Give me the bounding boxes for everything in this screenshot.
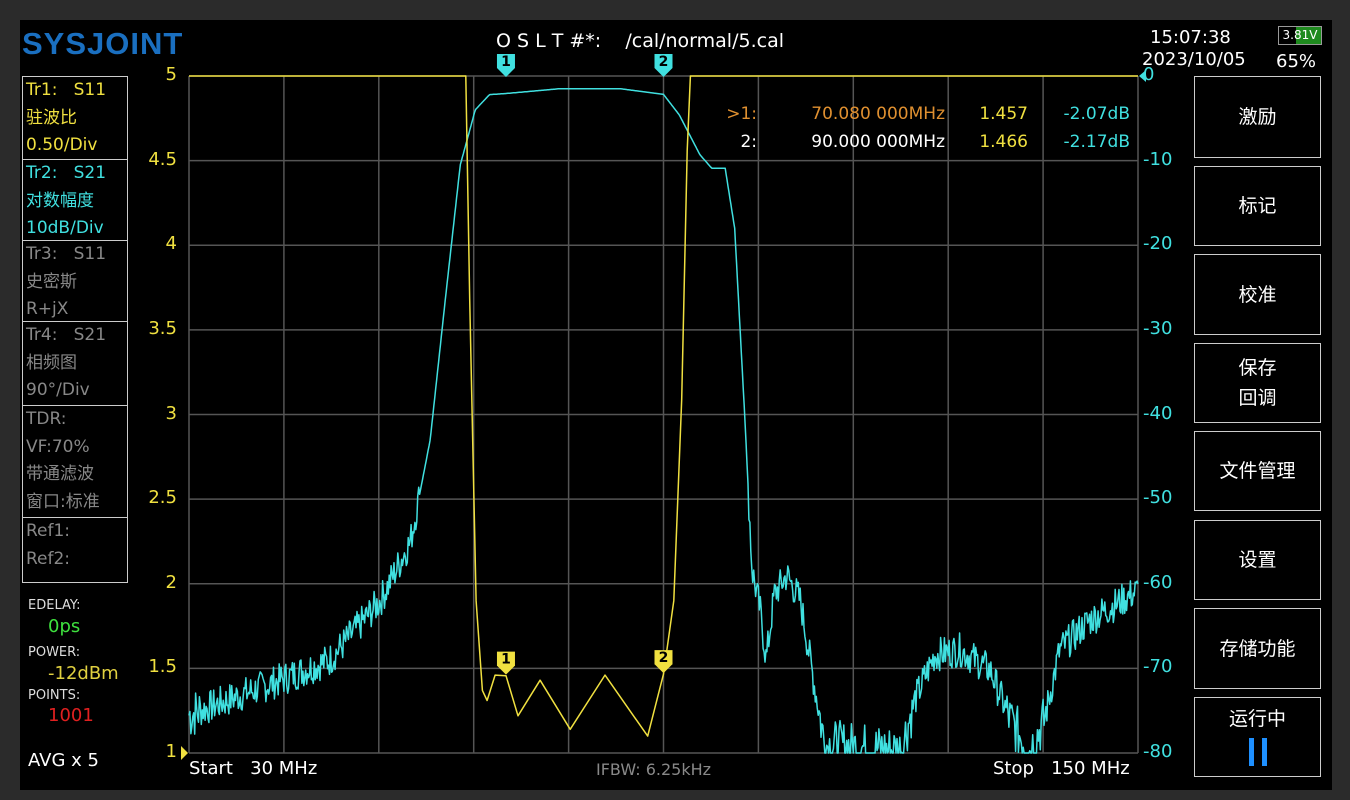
marker-1-swr: 1.457 bbox=[979, 104, 1028, 124]
menu-button-6[interactable]: 设置 bbox=[1194, 520, 1321, 600]
right-axis-tick: -40 bbox=[1143, 402, 1173, 424]
marker-number: 2 bbox=[659, 54, 669, 70]
left-axis-tick: 4.5 bbox=[148, 148, 177, 170]
reference-arrow-icon bbox=[181, 746, 188, 760]
plot-area[interactable]: 1 1 2 2 bbox=[0, 0, 1350, 800]
menu-button-label: 回调 bbox=[1238, 387, 1277, 409]
left-axis-tick: 2 bbox=[165, 571, 177, 593]
left-axis-tick: 4 bbox=[165, 233, 177, 255]
pause-icon bbox=[1248, 738, 1267, 766]
menu-button-1[interactable]: 激励 bbox=[1194, 76, 1321, 158]
right-axis-tick: -10 bbox=[1143, 148, 1173, 170]
menu-button-8[interactable]: 运行中 bbox=[1194, 697, 1321, 777]
menu-button-label: 激励 bbox=[1238, 106, 1277, 128]
menu-button-label: 标记 bbox=[1238, 195, 1277, 217]
right-axis-tick: -60 bbox=[1143, 571, 1173, 593]
right-axis-tick: 0 bbox=[1143, 64, 1155, 85]
left-axis-tick: 3 bbox=[165, 402, 177, 424]
right-axis-tick: -30 bbox=[1143, 317, 1173, 339]
marker-2-freq: 90.000 000MHz bbox=[811, 132, 945, 152]
right-axis-tick: -50 bbox=[1143, 487, 1173, 509]
marker-1-id: >1: bbox=[726, 104, 757, 124]
menu-button-label: 运行中 bbox=[1228, 708, 1286, 730]
menu-button-label: 存储功能 bbox=[1219, 637, 1296, 660]
left-axis-tick: 5 bbox=[165, 64, 177, 85]
marker-1-freq: 70.080 000MHz bbox=[811, 104, 945, 124]
stop-frequency[interactable]: Stop 150 MHz bbox=[993, 758, 1130, 779]
left-axis-tick: 1 bbox=[165, 741, 177, 762]
start-frequency[interactable]: Start 30 MHz bbox=[189, 758, 317, 779]
menu-button-3[interactable]: 校准 bbox=[1194, 254, 1321, 335]
right-axis-tick: -20 bbox=[1143, 233, 1173, 255]
marker-1-db: -2.07dB bbox=[1063, 104, 1130, 124]
marker-2-swr: 1.466 bbox=[979, 132, 1028, 152]
menu-button-5[interactable]: 文件管理 bbox=[1194, 431, 1321, 511]
marker-number: 1 bbox=[501, 652, 511, 668]
menu-button-label: 校准 bbox=[1238, 283, 1277, 306]
menu-button-7[interactable]: 存储功能 bbox=[1194, 608, 1321, 689]
menu-button-4[interactable]: 保存 回调 bbox=[1194, 343, 1321, 423]
left-axis-tick: 3.5 bbox=[148, 317, 177, 339]
left-axis-tick: 2.5 bbox=[148, 487, 177, 509]
marker-2-id: 2: bbox=[740, 132, 757, 152]
marker-2-db: -2.17dB bbox=[1063, 132, 1130, 152]
menu-button-2[interactable]: 标记 bbox=[1194, 166, 1321, 246]
menu-button-label: 文件管理 bbox=[1219, 460, 1296, 482]
right-axis-tick: -70 bbox=[1143, 656, 1173, 678]
left-axis-tick: 1.5 bbox=[148, 656, 177, 678]
right-axis-tick: -80 bbox=[1143, 741, 1173, 762]
menu-button-label: 保存 bbox=[1238, 357, 1277, 379]
marker-number: 1 bbox=[501, 54, 511, 70]
ifbw[interactable]: IFBW: 6.25kHz bbox=[596, 760, 711, 779]
marker-number: 2 bbox=[659, 650, 669, 666]
menu-button-label: 设置 bbox=[1238, 549, 1277, 571]
